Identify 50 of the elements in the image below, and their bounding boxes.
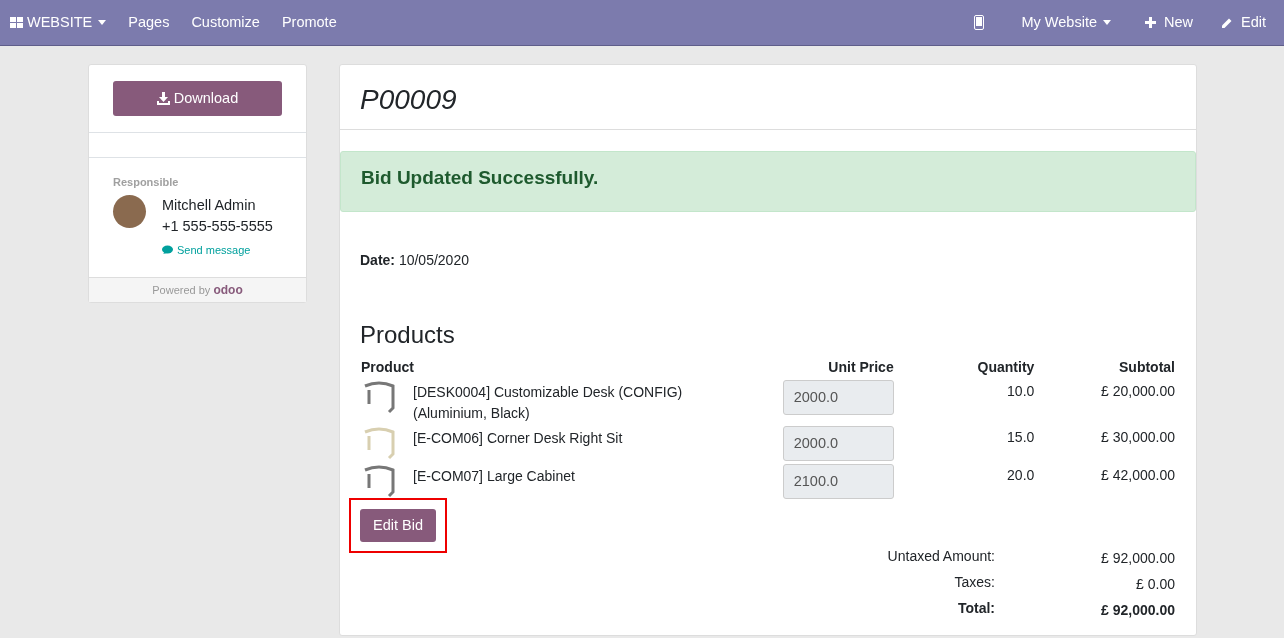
total-label: Untaxed Amount: — [886, 547, 996, 567]
column-header: Product — [360, 357, 415, 377]
avatar — [113, 194, 146, 228]
caret-icon — [98, 20, 107, 25]
download-icon — [156, 92, 170, 105]
download-button[interactable]: Download — [113, 81, 282, 116]
person-name: Mitchell Admin — [162, 195, 257, 215]
quantity-cell-text: 10.0 — [1006, 381, 1036, 401]
my-website-menu[interactable]: My Website — [1013, 11, 1119, 34]
pencil-icon — [1221, 16, 1233, 29]
edit-button[interactable]: Edit — [1213, 11, 1274, 34]
column-header: Quantity — [976, 357, 1036, 377]
website-menu[interactable]: WEBSITE — [10, 11, 115, 34]
total-value: £ 92,000.00 — [1100, 600, 1176, 620]
subtotal-cell-text: £ 20,000.00 — [1100, 381, 1176, 401]
nav-link[interactable]: Customize — [183, 11, 268, 34]
brand-logo: odoo — [213, 283, 243, 298]
nav-link[interactable]: Pages — [120, 11, 178, 34]
column-header: Unit Price — [827, 357, 895, 377]
success-alert: Bid Updated Successfully. — [340, 151, 1196, 212]
powered-by-text: Powered by — [152, 284, 212, 297]
field-label: Responsible — [113, 175, 180, 190]
grid-icon — [10, 17, 23, 28]
column-header: Subtotal — [1035, 352, 1176, 379]
date-text: Date: 10/05/2020 — [360, 250, 470, 270]
total-label: Total: — [956, 599, 996, 619]
caret-icon — [1103, 20, 1111, 26]
subtotal-cell-text: £ 30,000.00 — [1100, 427, 1176, 447]
unit-price-field[interactable]: 2100.0 — [782, 463, 894, 499]
send-message-link[interactable]: Send message — [162, 242, 251, 259]
product-name: [E-COM07] Large Cabinet — [413, 466, 575, 486]
unit-price-field[interactable]: 2000.0 — [782, 379, 894, 415]
quantity-cell-text: 20.0 — [1006, 465, 1036, 485]
new-button[interactable]: New — [1137, 11, 1201, 34]
plus-icon — [1145, 17, 1156, 28]
nav-link[interactable]: Promote — [273, 11, 345, 34]
product-name: [E-COM06] Corner Desk Right Sit — [413, 428, 623, 448]
total-label: Taxes: — [953, 573, 996, 593]
unit-price-field[interactable]: 2000.0 — [782, 425, 894, 461]
chat-bubble-icon — [162, 245, 173, 256]
total-value: £ 0.00 — [1135, 574, 1176, 594]
quantity-cell-text: 15.0 — [1006, 427, 1036, 447]
product-name: [DESK0004] Customizable Desk (CONFIG) (Aluminium, Black) — [413, 382, 684, 423]
section-heading: Products — [360, 319, 456, 350]
phone-number: +1 555-555-5555 — [162, 217, 273, 237]
total-value: £ 92,000.00 — [1100, 548, 1176, 568]
mobile-icon — [973, 15, 984, 31]
subtotal-cell-text: £ 42,000.00 — [1100, 465, 1176, 485]
document-title: P00009 — [340, 65, 1196, 130]
edit-bid-button[interactable]: Edit Bid — [360, 508, 436, 543]
